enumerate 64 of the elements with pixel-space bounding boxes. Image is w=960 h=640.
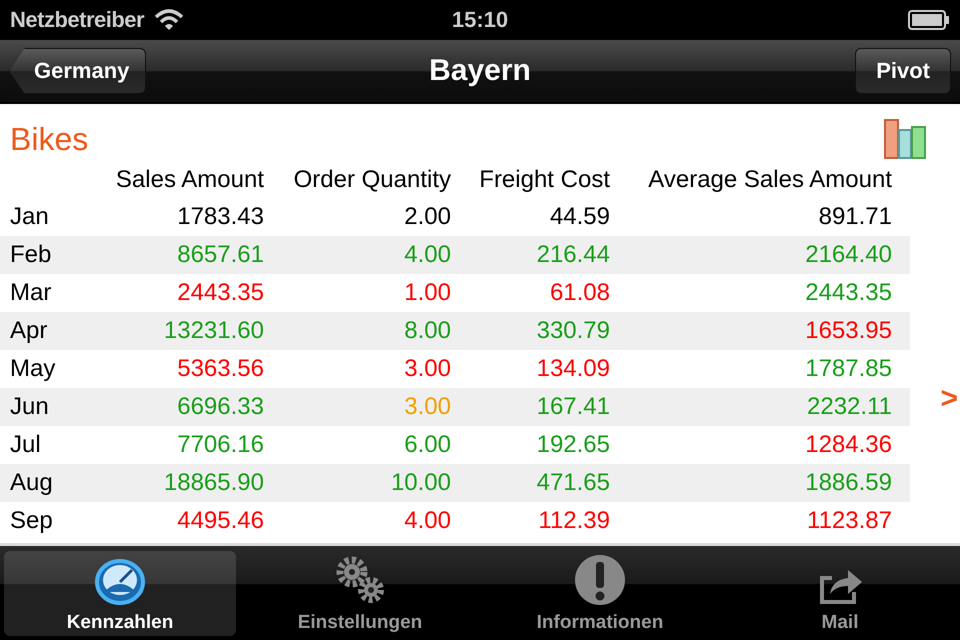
tab-item[interactable]: Kennzahlen (4, 551, 236, 636)
table-cell-text: 7706.16 (176, 431, 264, 459)
battery-icon (908, 10, 950, 30)
table-cell-text: 891.71 (818, 203, 892, 231)
table-cell-text: 1787.85 (804, 355, 892, 383)
table-cell-text: 1783.43 (176, 203, 264, 231)
table-cell-text: 1886.59 (804, 469, 892, 497)
table-cell-text: 1653.95 (804, 317, 892, 345)
table-cell-text: 10.00 (390, 469, 451, 497)
table-cell-text: 8657.61 (176, 241, 264, 269)
table-cell-text: 8.00 (403, 317, 451, 345)
speedometer-icon (94, 558, 146, 606)
month-label: Mar (10, 279, 52, 307)
month-label: Feb (10, 241, 52, 269)
tab-item[interactable]: Informationen (484, 551, 716, 636)
month-label: Apr (10, 317, 48, 345)
table-cell-text: 4.00 (403, 241, 451, 269)
table-cell-text: 13231.60 (162, 317, 264, 345)
table-cell-text: 2.00 (403, 203, 451, 231)
tab-item[interactable]: Einstellungen (244, 551, 476, 636)
exclamation-icon (574, 554, 626, 606)
back-button[interactable]: Germany (9, 48, 146, 94)
carrier-name: Netzbetreiber (10, 7, 144, 33)
table-cell-text: 2443.35 (804, 279, 892, 307)
table-cell-text: 167.41 (536, 393, 610, 421)
table-cell-text: 192.65 (536, 431, 610, 459)
table-cell-text: 2164.40 (804, 241, 892, 269)
table-cell-text: 3.00 (403, 355, 451, 383)
nav-title: Bayern (428, 54, 532, 88)
table-cell-text: 330.79 (536, 317, 610, 345)
table-cell-text: 112.39 (537, 507, 610, 535)
table-cell-text: 1123.87 (806, 507, 892, 535)
table-cell-text: 1284.36 (804, 431, 892, 459)
pivot-button[interactable]: Pivot (855, 48, 951, 94)
month-label: Jun (10, 393, 50, 421)
table-cell-text: 6696.33 (176, 393, 264, 421)
table-cell-text: 216.44 (536, 241, 610, 269)
table-cell-text: 18865.90 (162, 469, 264, 497)
month-label: Aug (10, 469, 54, 497)
month-label: Jan (10, 203, 50, 231)
table-cell-text: 4495.46 (176, 507, 264, 535)
table-cell-text: 2232.11 (806, 393, 892, 421)
table-cell-text: 5363.56 (176, 355, 264, 383)
table-cell-text: 134.09 (536, 355, 610, 383)
column-header: Order Quantity (292, 166, 451, 194)
table-cell-text: 61.08 (548, 279, 610, 307)
month-label: May (10, 355, 56, 383)
column-header: Average Sales Amount (647, 166, 892, 194)
wifi-icon (154, 9, 184, 31)
table-cell-text: 471.65 (536, 469, 610, 497)
month-label: Jul (10, 431, 42, 459)
status-time: 15:10 (450, 7, 510, 33)
table-cell-text: 4.00 (403, 507, 451, 535)
table-cell-text: 6.00 (403, 431, 451, 459)
month-label: Sep (10, 507, 54, 535)
table-cell-text: 3.00 (403, 393, 451, 421)
section-title: Bikes (10, 120, 88, 158)
gears-icon (334, 554, 386, 606)
column-header: Freight Cost (478, 166, 610, 194)
tab-item[interactable]: Mail (724, 551, 956, 636)
table-cell-text: 1.00 (403, 279, 451, 307)
table-cell-text: 44.59 (548, 203, 610, 231)
column-header: Sales Amount (114, 166, 264, 194)
table-cell-text: 2443.35 (176, 279, 264, 307)
